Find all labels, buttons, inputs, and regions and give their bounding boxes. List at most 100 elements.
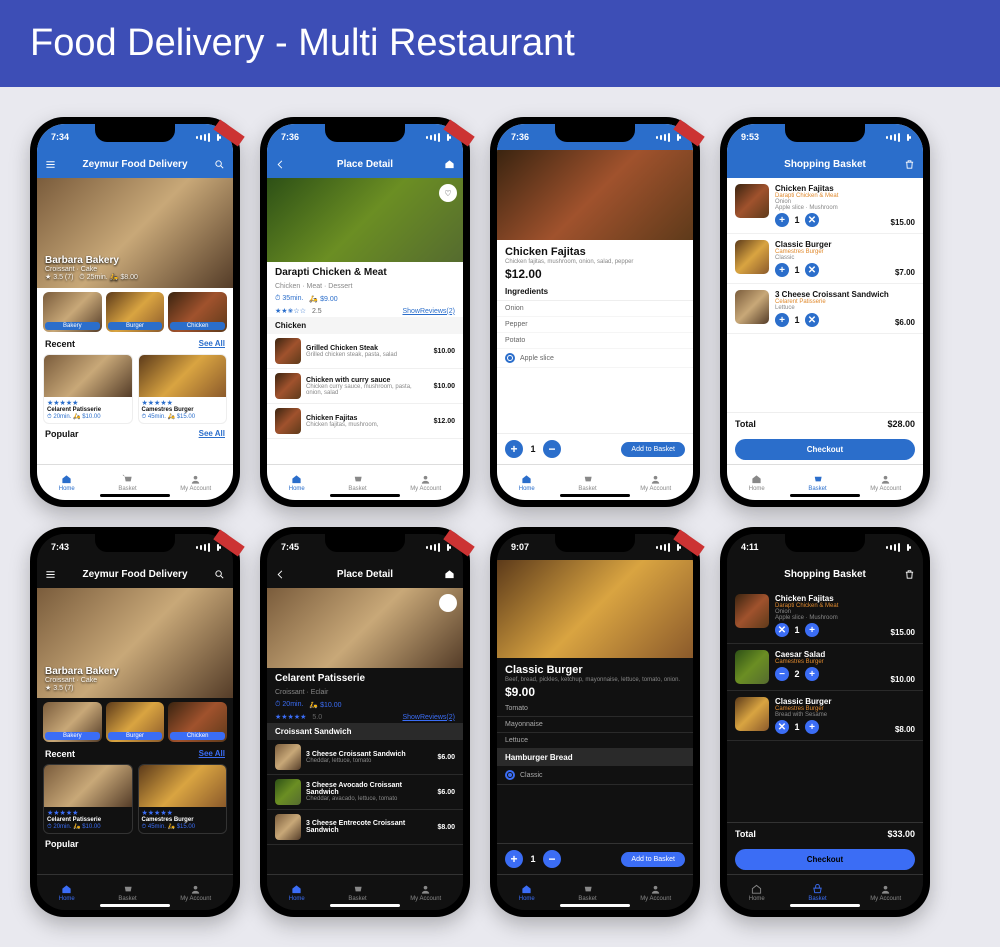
reviews-link[interactable]: ShowReviews(2) [402, 714, 455, 721]
qty-plus[interactable]: + [805, 623, 819, 637]
tab-basket[interactable]: Basket [348, 474, 366, 492]
tab-account[interactable]: My Account [180, 884, 211, 902]
ingredients-header: Ingredients [497, 283, 693, 301]
place-name: Darapti Chicken & Meat [267, 262, 463, 283]
tab-home[interactable]: Home [749, 474, 765, 492]
tab-basket[interactable]: Basket [118, 474, 136, 492]
category-chicken[interactable]: Chicken [168, 292, 227, 332]
tab-home[interactable]: Home [289, 884, 305, 902]
qty-minus[interactable]: − [775, 667, 789, 681]
page-title: Place Detail [337, 159, 393, 170]
qty-minus[interactable]: − [543, 440, 561, 458]
home-icon[interactable] [444, 569, 455, 580]
category-bakery[interactable]: Bakery [43, 702, 102, 742]
restaurant-card[interactable]: ★★★★★Camestres Burger⏱ 45min. 🛵 $15.00 [138, 354, 228, 424]
option-row[interactable]: Apple slice [497, 349, 693, 368]
add-to-basket-button[interactable]: Add to Basket [621, 442, 685, 457]
tab-basket[interactable]: Basket [578, 884, 596, 902]
tab-account[interactable]: My Account [180, 474, 211, 492]
qty-plus[interactable]: + [805, 720, 819, 734]
phone-item-light: 7:36 Chicken Fajitas Chicken fajitas, mu… [490, 117, 700, 507]
hero-banner[interactable]: Barbara BakeryCroissant · Cake★ 3.5 (7) … [37, 178, 233, 288]
qty-plus[interactable]: + [775, 213, 789, 227]
add-to-basket-button[interactable]: Add to Basket [621, 852, 685, 867]
radio-icon [505, 353, 515, 363]
basket-item: Chicken FajitasDarapti Chicken & MeatOni… [727, 178, 923, 234]
qty-plus[interactable]: + [775, 313, 789, 327]
home-icon[interactable] [444, 159, 455, 170]
restaurant-card[interactable]: ★★★★★Celarent Patisserie⏱ 20min. 🛵 $10.0… [43, 354, 133, 424]
see-all-link[interactable]: See All [199, 339, 225, 349]
restaurant-card[interactable]: ★★★★★Celarent Patisserie⏱ 20min. 🛵 $10.0… [43, 764, 133, 834]
phone-item-dark: 9:07 Classic Burger Beef, bread, pickles… [490, 527, 700, 917]
tab-home[interactable]: Home [749, 884, 765, 902]
favorite-icon[interactable]: ♡ [439, 184, 457, 202]
basket-item: Chicken FajitasDarapti Chicken & MeatOni… [727, 588, 923, 644]
menu-item[interactable]: Grilled Chicken SteakGrilled chicken ste… [267, 334, 463, 369]
qty-plus[interactable]: + [775, 263, 789, 277]
basket-item: 3 Cheese Croissant SandwichCelarent Pati… [727, 284, 923, 334]
search-icon[interactable] [214, 569, 225, 580]
menu-icon[interactable] [45, 569, 56, 580]
tab-account[interactable]: My Account [410, 884, 441, 902]
category-chicken[interactable]: Chicken [168, 702, 227, 742]
restaurant-card[interactable]: ★★★★★Camestres Burger⏱ 45min. 🛵 $15.00 [138, 764, 228, 834]
category-burger[interactable]: Burger [106, 702, 165, 742]
page-banner: Food Delivery - Multi Restaurant [0, 0, 1000, 87]
qty-plus[interactable]: + [505, 850, 523, 868]
tab-home[interactable]: Home [59, 884, 75, 902]
place-hero: ♡ [267, 178, 463, 262]
trash-icon[interactable] [904, 159, 915, 170]
item-hero [497, 150, 693, 240]
tab-basket[interactable]: Basket [348, 884, 366, 902]
remove-button[interactable]: ✕ [805, 313, 819, 327]
qty-plus[interactable]: + [805, 667, 819, 681]
tab-account[interactable]: My Account [640, 474, 671, 492]
tab-home[interactable]: Home [519, 474, 535, 492]
qty-minus[interactable]: − [543, 850, 561, 868]
remove-button[interactable]: ✕ [805, 263, 819, 277]
search-icon[interactable] [214, 159, 225, 170]
page-title: Shopping Basket [784, 159, 866, 170]
app-title: Zeymur Food Delivery [82, 569, 187, 580]
menu-item[interactable]: 3 Cheese Croissant SandwichCheddar, lett… [267, 740, 463, 775]
tab-account[interactable]: My Account [870, 884, 901, 902]
item-name: Chicken Fajitas [497, 240, 693, 259]
tab-account[interactable]: My Account [640, 884, 671, 902]
menu-item[interactable]: 3 Cheese Entrecote Croissant Sandwich$8.… [267, 810, 463, 845]
total-label: Total [735, 419, 756, 429]
remove-button[interactable]: ✕ [775, 720, 789, 734]
checkout-button[interactable]: Checkout [735, 849, 915, 870]
menu-item[interactable]: Chicken FajitasChicken fajitas, mushroom… [267, 404, 463, 439]
favorite-icon[interactable]: ♡ [439, 594, 457, 612]
category-burger[interactable]: Burger [106, 292, 165, 332]
ingredient: Potato [497, 333, 693, 349]
tab-account[interactable]: My Account [870, 474, 901, 492]
remove-button[interactable]: ✕ [805, 213, 819, 227]
back-icon[interactable] [275, 159, 286, 170]
checkout-button[interactable]: Checkout [735, 439, 915, 460]
trash-icon[interactable] [904, 569, 915, 580]
tab-account[interactable]: My Account [410, 474, 441, 492]
section-popular: Popular [45, 429, 79, 439]
qty-plus[interactable]: + [505, 440, 523, 458]
see-all-link[interactable]: See All [199, 429, 225, 439]
tab-basket[interactable]: Basket [808, 474, 826, 492]
menu-icon[interactable] [45, 159, 56, 170]
back-icon[interactable] [275, 569, 286, 580]
remove-button[interactable]: ✕ [775, 623, 789, 637]
tab-basket[interactable]: Basket [808, 884, 826, 902]
tab-home[interactable]: Home [519, 884, 535, 902]
menu-item[interactable]: 3 Cheese Avocado Croissant SandwichChedd… [267, 775, 463, 810]
reviews-link[interactable]: ShowReviews(2) [402, 308, 455, 315]
menu-item[interactable]: Chicken with curry sauceChicken curry sa… [267, 369, 463, 404]
item-hero [497, 560, 693, 658]
see-all-link[interactable]: See All [199, 749, 225, 759]
option-row[interactable]: Classic [497, 766, 693, 785]
category-bakery[interactable]: Bakery [43, 292, 102, 332]
tab-home[interactable]: Home [59, 474, 75, 492]
tab-basket[interactable]: Basket [578, 474, 596, 492]
tab-home[interactable]: Home [289, 474, 305, 492]
tab-basket[interactable]: Basket [118, 884, 136, 902]
hero-banner[interactable]: Barbara BakeryCroissant · Cake★ 3.5 (7) [37, 588, 233, 698]
